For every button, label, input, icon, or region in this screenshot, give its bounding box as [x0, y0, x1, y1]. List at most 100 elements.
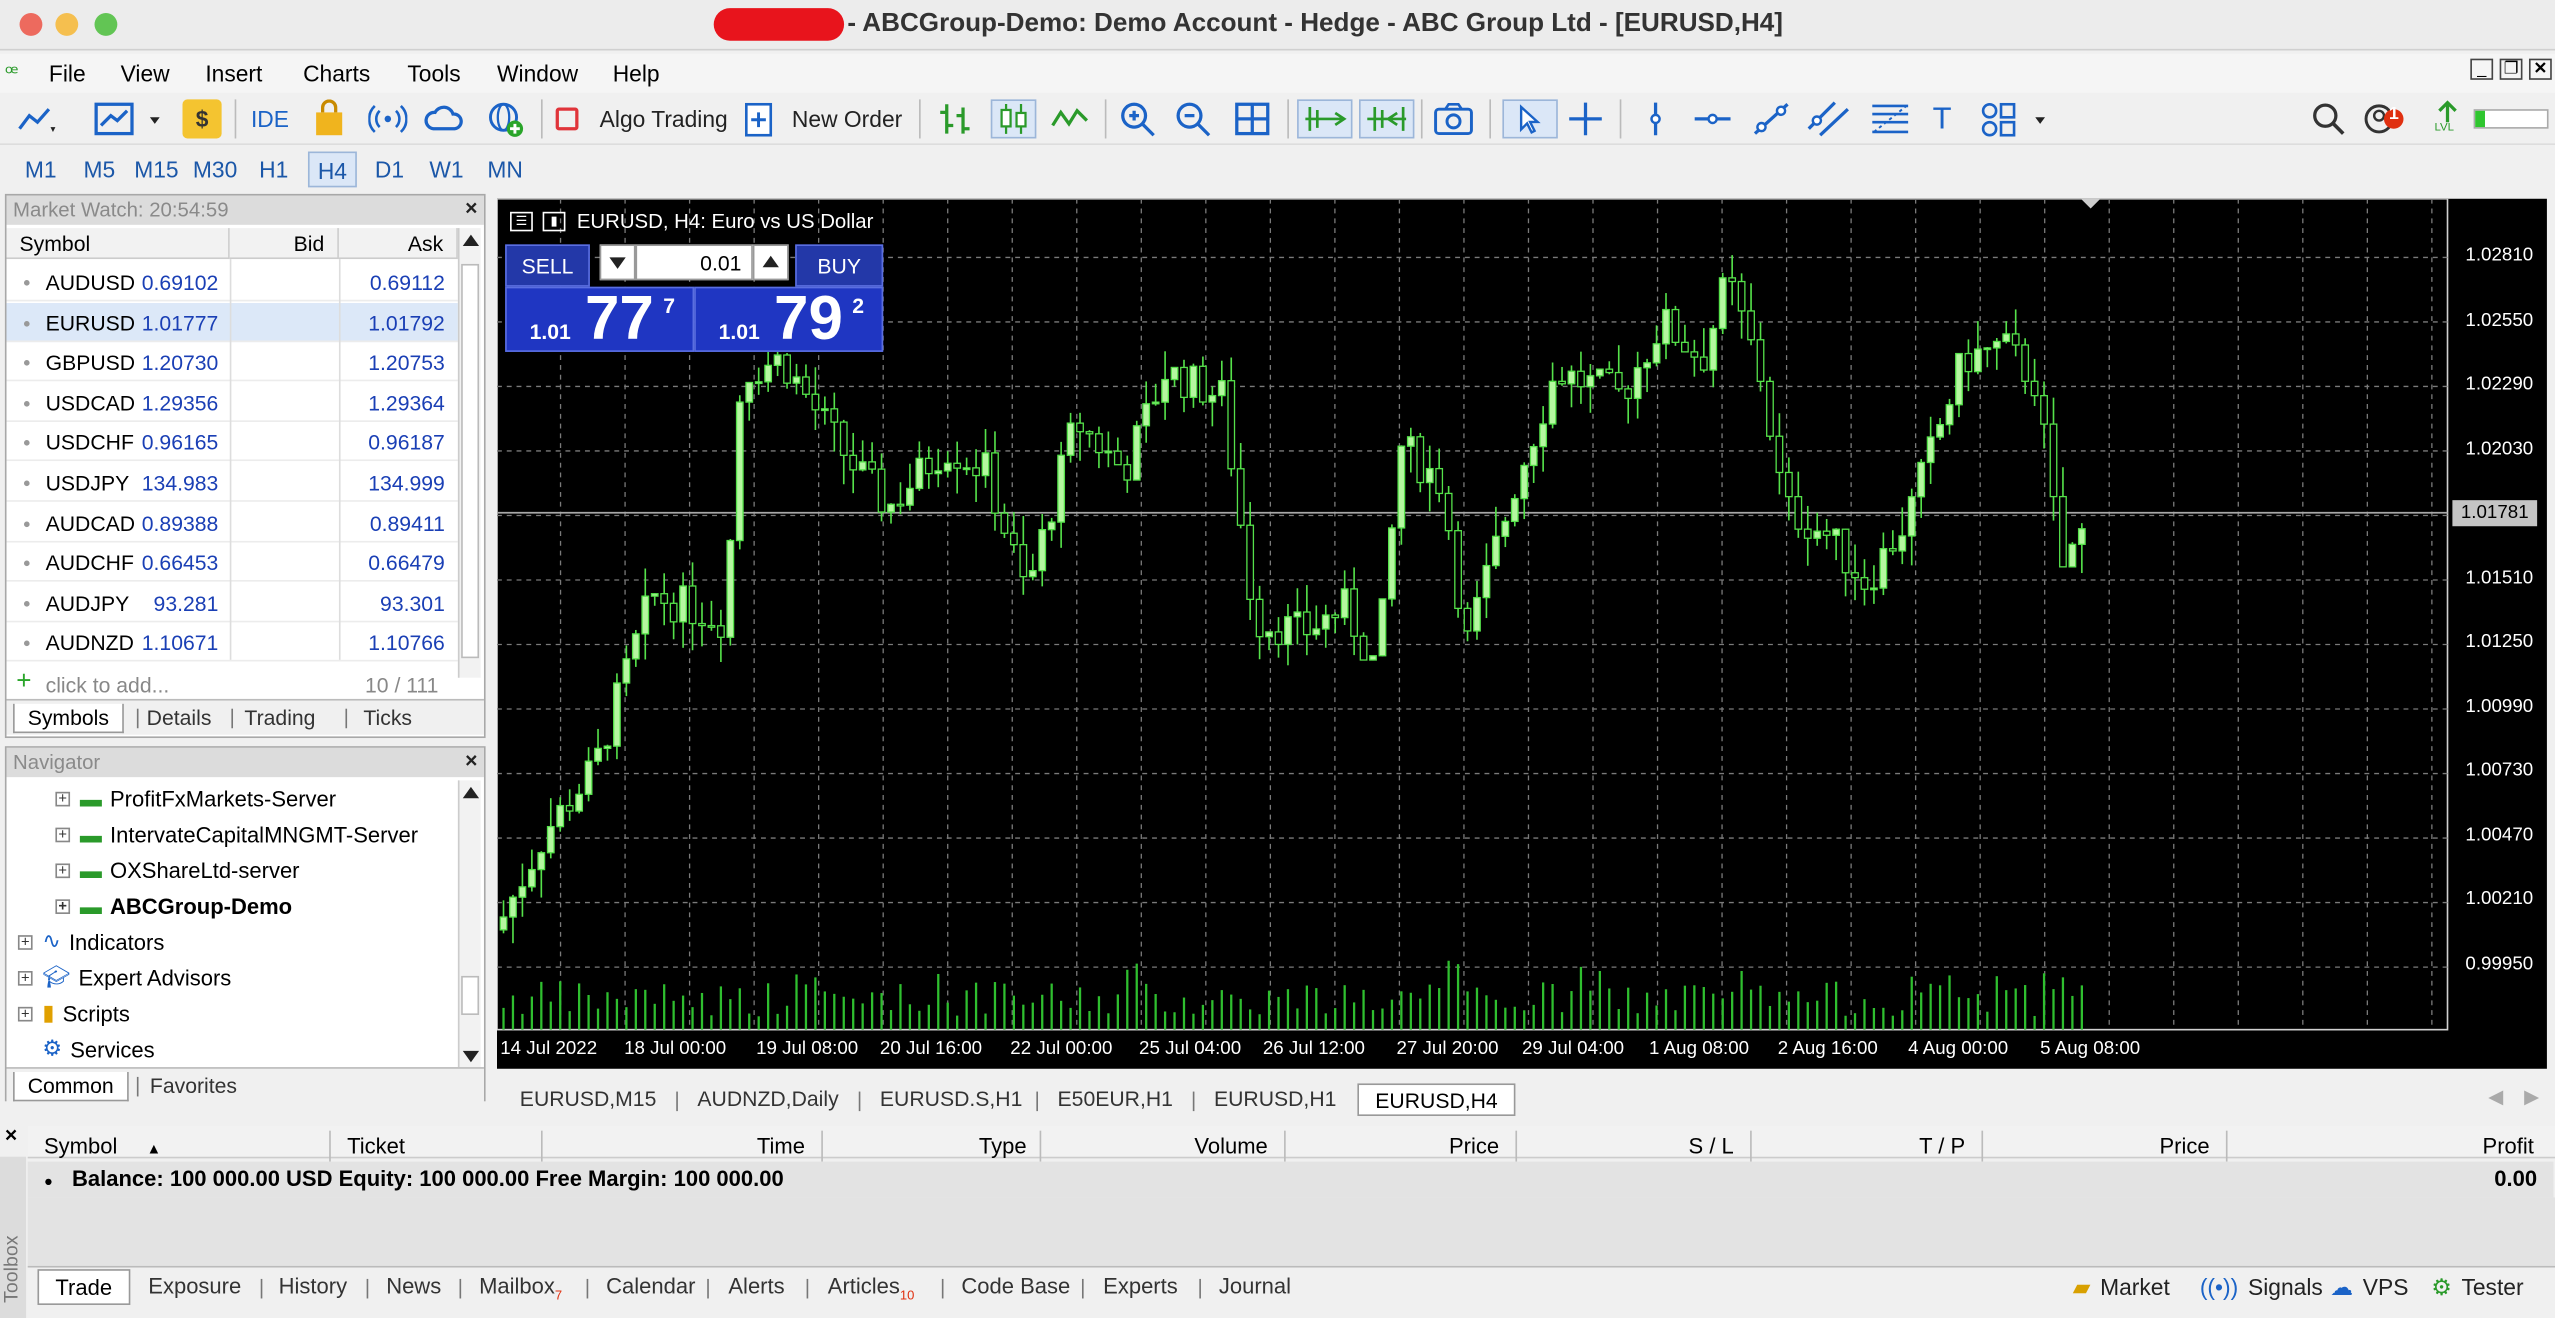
balance-row[interactable]: ● Balance: 100 000.00 USD Equity: 100 00… [27, 1161, 2554, 1198]
col-time[interactable]: Time [543, 1130, 823, 1162]
period-mn[interactable]: MN [481, 152, 530, 188]
text-tool-icon[interactable]: T [1933, 103, 1952, 139]
equidistant-channel-icon[interactable] [1805, 99, 1851, 138]
tab-favorites[interactable]: Favorites [150, 1072, 237, 1101]
nav-indicators[interactable]: + ∿ Indicators [17, 924, 164, 960]
algo-trading-stop-icon[interactable] [555, 107, 579, 131]
grid-icon[interactable] [1232, 99, 1274, 138]
market-watch-row[interactable]: ● AUDNZD 1.10671 1.10766 [6, 623, 458, 663]
chart-type-icon[interactable]: ▮ [542, 211, 566, 232]
price-chart[interactable]: ☰ ▮ EURUSD, H4: Euro vs US Dollar SELL 0… [496, 198, 2547, 1069]
volume-decrease-button[interactable] [599, 244, 636, 281]
zoom-out-icon[interactable] [1173, 99, 1215, 138]
shapes-icon[interactable] [1978, 99, 2053, 138]
menu-window[interactable]: Window [497, 60, 578, 86]
chart-menu-icon[interactable]: ☰ [510, 211, 533, 232]
period-d1[interactable]: D1 [365, 152, 414, 188]
new-order-icon[interactable] [743, 99, 776, 138]
tab-common[interactable]: Common [13, 1072, 129, 1102]
tab-exposure[interactable]: Exposure [148, 1269, 241, 1305]
tab-alerts[interactable]: Alerts [728, 1269, 784, 1305]
signals-button[interactable]: ((•)) Signals [2200, 1274, 2323, 1300]
market-watch-row[interactable]: ● AUDUSD 0.69102 0.69112 [6, 262, 458, 302]
line-type-icon[interactable] [1049, 99, 1091, 138]
market-watch-row[interactable]: ● GBPUSD 1.20730 1.20753 [6, 342, 458, 382]
period-m30[interactable]: M30 [191, 152, 240, 188]
mdi-close-button[interactable]: ✕ [2528, 58, 2552, 80]
chart-tab-eurusd-m15[interactable]: EURUSD,M15 [520, 1083, 657, 1116]
zoom-in-icon[interactable] [1118, 99, 1160, 138]
nav-expert-advisors[interactable]: + 🎓︎ Expert Advisors [17, 960, 231, 996]
menu-view[interactable]: View [121, 60, 170, 86]
nav-server-intervate[interactable]: + ▬ IntervateCapitalMNGMT-Server [55, 816, 418, 852]
market-watch-scrollbar[interactable] [457, 228, 481, 719]
market-watch-row[interactable]: ● USDCHF 0.96165 0.96187 [6, 423, 458, 462]
period-h1[interactable]: H1 [249, 152, 298, 188]
fibonacci-icon[interactable] [1867, 99, 1913, 138]
nav-server-abcgroup[interactable]: + ▬ ABCGroup-Demo [55, 888, 292, 924]
chart-tab-eurusd-h1[interactable]: EURUSD,H1 [1214, 1083, 1336, 1116]
cursor-icon[interactable] [1502, 99, 1558, 139]
market-watch-row[interactable]: ● AUDCHF 0.66453 0.66479 [6, 543, 458, 582]
chart-shift-icon[interactable] [1359, 99, 1415, 139]
menu-file[interactable]: File [49, 60, 86, 86]
crosshair-icon[interactable] [1564, 99, 1606, 138]
buy-price[interactable]: 1.01 79 2 [694, 285, 884, 354]
menu-help[interactable]: Help [613, 60, 660, 86]
nav-scripts[interactable]: + ▮ Scripts [17, 995, 130, 1031]
tab-trade[interactable]: Trade [37, 1269, 130, 1305]
tab-history[interactable]: History [279, 1269, 347, 1305]
toolbox-close-icon[interactable]: × [5, 1123, 17, 1147]
tab-experts[interactable]: Experts [1103, 1269, 1178, 1305]
col-ticket[interactable]: Ticket [331, 1130, 543, 1162]
mdi-minimize-button[interactable]: _ [2470, 58, 2494, 80]
shopping-bag-icon[interactable] [310, 99, 349, 138]
volume-increase-button[interactable] [752, 244, 789, 281]
chart-tab-eurusd-h4[interactable]: EURUSD,H4 [1357, 1083, 1516, 1117]
tab-articles[interactable]: Articles10 [828, 1269, 915, 1305]
chart-template-icon[interactable] [91, 99, 163, 138]
cloud-icon[interactable] [424, 99, 466, 138]
bar-chart-icon[interactable] [935, 99, 977, 138]
market-button[interactable]: ▰ Market [2073, 1274, 2170, 1302]
volume-input[interactable]: 0.01 [635, 244, 753, 281]
tab-ticks[interactable]: Ticks [363, 704, 412, 733]
dollar-icon[interactable]: $ [182, 99, 222, 139]
column-bid[interactable]: Bid [229, 228, 339, 260]
tab-trading[interactable]: Trading [244, 704, 315, 733]
nav-server-profitfx[interactable]: + ▬ ProfitFxMarkets-Server [55, 780, 336, 816]
add-symbol-input[interactable]: click to add... [46, 673, 170, 697]
menu-tools[interactable]: Tools [407, 60, 460, 86]
col-price-current[interactable]: Price [1983, 1130, 2228, 1162]
period-m15[interactable]: M15 [132, 152, 181, 188]
col-profit[interactable]: Profit [2228, 1131, 2554, 1162]
market-watch-row[interactable]: ● USDJPY 134.983 134.999 [6, 463, 458, 502]
search-icon[interactable] [2311, 99, 2347, 138]
vertical-line-icon[interactable] [1636, 99, 1675, 138]
minimize-window-button[interactable] [55, 13, 79, 36]
col-tp[interactable]: T / P [1752, 1130, 1984, 1162]
zoom-window-button[interactable] [94, 13, 118, 36]
notifications-icon[interactable]: 1 [2363, 99, 2409, 138]
chart-shift-marker[interactable] [2080, 198, 2101, 209]
col-sl[interactable]: S / L [1517, 1130, 1752, 1162]
navigator-scrollbar[interactable] [457, 780, 481, 1068]
market-watch-row[interactable]: ● EURUSD 1.01777 1.01792 [6, 302, 458, 342]
horizontal-line-icon[interactable] [1691, 99, 1733, 138]
sell-price[interactable]: 1.01 77 7 [505, 285, 695, 354]
navigator-close-icon[interactable]: × [465, 748, 477, 772]
tab-journal[interactable]: Journal [1219, 1269, 1291, 1305]
tabs-scroll-right-icon[interactable]: ▶ [2524, 1085, 2539, 1108]
algo-trading-button[interactable]: Algo Trading [600, 106, 728, 132]
globe-add-icon[interactable] [486, 99, 525, 138]
new-order-button[interactable]: New Order [792, 106, 902, 132]
tab-code-base[interactable]: Code Base [961, 1269, 1070, 1305]
line-chart-icon[interactable] [16, 99, 58, 138]
tab-calendar[interactable]: Calendar [606, 1269, 695, 1305]
auto-scroll-icon[interactable] [1297, 99, 1353, 139]
tab-news[interactable]: News [386, 1269, 441, 1305]
tester-button[interactable]: ⚙ Tester [2431, 1274, 2523, 1302]
vps-button[interactable]: ☁ VPS [2330, 1274, 2408, 1302]
tab-mailbox[interactable]: Mailbox7 [479, 1269, 562, 1305]
sell-button[interactable]: SELL [505, 244, 590, 287]
